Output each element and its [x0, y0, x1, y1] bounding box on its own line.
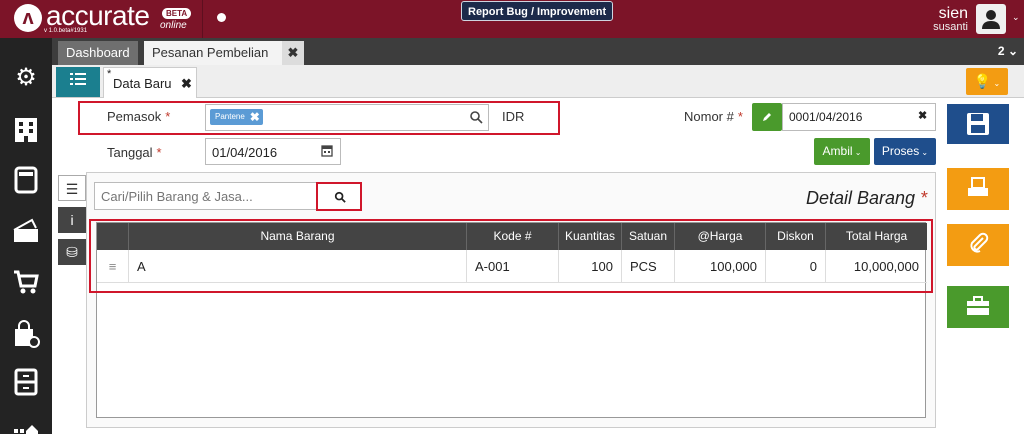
print-button[interactable] [947, 168, 1009, 210]
print-icon [968, 177, 988, 196]
nomor-label: Nomor # * [684, 109, 743, 124]
version-label: v 1.0.beta#1931 [44, 28, 88, 34]
tab-count-value: 2 [997, 44, 1005, 58]
info-icon[interactable]: i [58, 207, 86, 233]
tab-data-baru[interactable]: * Data Baru ✖ [103, 67, 197, 98]
tab-data-baru-label: Data Baru [113, 76, 172, 91]
proses-label: Proses [881, 144, 920, 158]
beta-badge: BETA [162, 8, 192, 19]
paperclip-icon [970, 232, 989, 253]
chevron-down-icon: ⌄ [852, 148, 862, 157]
tab-count[interactable]: 2 ⌄ [998, 44, 1018, 58]
status-dot-icon [217, 13, 226, 22]
search-icon [334, 191, 346, 203]
user-subname: susanti [933, 21, 968, 33]
cart-icon-shape [14, 270, 39, 294]
tanggal-label: Tanggal * [107, 145, 162, 160]
save-icon [967, 113, 989, 135]
top-bar: ʌ accurate BETA online v 1.0.beta#1931 R… [0, 0, 1024, 38]
home-grid-icon[interactable] [10, 416, 42, 448]
calendar-icon[interactable] [321, 144, 333, 157]
proses-button[interactable]: Proses ⌄ [874, 138, 936, 165]
search-button[interactable] [316, 182, 362, 211]
detail-tab-icon[interactable]: ☰ [58, 175, 86, 201]
book-icon[interactable] [10, 166, 42, 198]
tab-dashboard[interactable]: Dashboard [58, 41, 138, 65]
online-label: online [160, 20, 187, 31]
gear-icon[interactable]: ⚙ [10, 62, 42, 94]
list-view-button[interactable] [56, 67, 100, 97]
tools-button[interactable] [947, 286, 1009, 328]
highlight-table [89, 219, 933, 293]
cart-icon[interactable] [10, 268, 42, 300]
nomor-value: 0001/04/2016 [789, 110, 863, 124]
book-icon-shape [14, 166, 38, 194]
highlight-pemasok [78, 101, 560, 135]
document-tabs-bar: * Data Baru ✖ 💡 ⌄ [52, 65, 1024, 98]
tanggal-value: 01/04/2016 [212, 145, 278, 160]
save-button[interactable] [947, 104, 1009, 144]
toolbox-icon [967, 296, 989, 315]
bag-icon-shape [15, 320, 40, 348]
report-bug-button[interactable]: Report Bug / Improvement [461, 1, 614, 21]
chevron-down-icon[interactable]: ⌄ [1012, 12, 1020, 23]
ambil-button[interactable]: Ambil ⌄ [814, 138, 870, 165]
lightbulb-button[interactable]: 💡 ⌄ [966, 68, 1008, 95]
close-tab-icon[interactable]: ✖ [282, 41, 304, 65]
detail-title: Detail Barang * [806, 188, 928, 208]
archive-icon-shape [14, 368, 38, 396]
tab-pesanan-pembelian[interactable]: Pesanan Pembelian [144, 41, 282, 65]
building-icon-shape [15, 118, 37, 142]
shopping-bag-icon[interactable] [10, 320, 42, 352]
avatar[interactable] [976, 4, 1006, 34]
attachment-button[interactable] [947, 224, 1009, 266]
pencil-icon [763, 113, 771, 121]
nomor-field[interactable]: 0001/04/2016 [782, 103, 936, 131]
clear-nomor-icon[interactable]: ✖ [918, 109, 927, 122]
edit-nomor-button[interactable] [752, 103, 782, 131]
user-icon [982, 10, 1000, 29]
chevron-down-icon: ⌄ [919, 148, 929, 157]
archive-icon[interactable] [10, 368, 42, 400]
home-grid-icon-shape [14, 425, 38, 439]
ambil-label: Ambil [822, 144, 853, 158]
close-icon[interactable]: ✖ [181, 76, 192, 92]
unsaved-marker: * [107, 68, 112, 80]
list-icon [70, 73, 86, 85]
lightbulb-icon: 💡 [973, 73, 992, 89]
wallet-icon[interactable] [10, 218, 42, 250]
tabs-bar: Dashboard Pesanan Pembelian ✖ 2 ⌄ [52, 38, 1024, 65]
accurate-logo-icon: ʌ [14, 4, 42, 32]
building-icon[interactable] [10, 116, 42, 148]
sidebar: ⚙ [0, 38, 52, 439]
divider [202, 0, 203, 38]
wallet-icon-shape [13, 218, 38, 242]
coins-icon[interactable]: ⛁ [58, 239, 86, 265]
